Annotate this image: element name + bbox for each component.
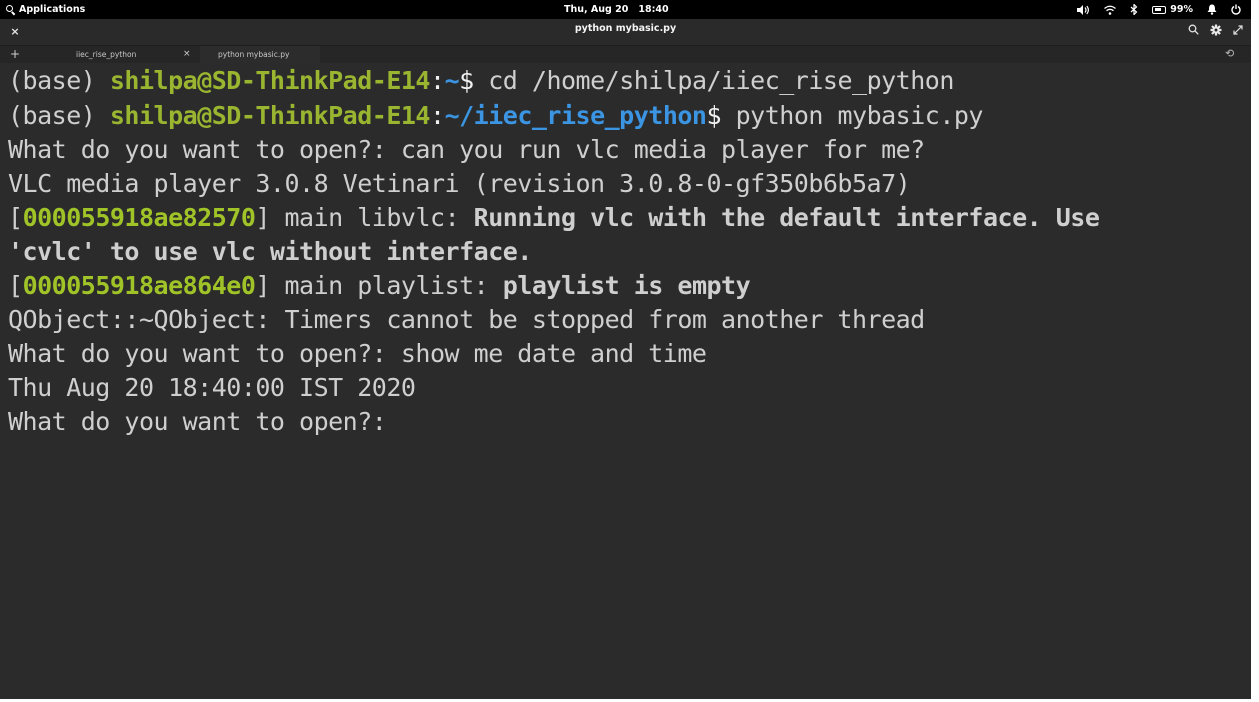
power-icon[interactable] — [1231, 4, 1241, 15]
object-id: 000055918ae82570 — [22, 203, 256, 232]
user-host: shilpa@SD-ThinkPad-E14 — [109, 101, 431, 130]
bracket: [ — [8, 203, 23, 232]
terminal-line: What do you want to open?: can you run v… — [8, 135, 925, 164]
volume-icon[interactable] — [1077, 4, 1090, 15]
terminal-line: What do you want to open?: show me date … — [8, 339, 707, 368]
time-label: 18:40 — [638, 4, 669, 15]
terminal-line: 'cvlc' to use vlc without interface. — [8, 237, 532, 266]
terminal-line: [000055918ae82570] main libvlc: Running … — [8, 203, 1100, 233]
terminal-line: (base) shilpa@SD-ThinkPad-E14:~$ cd /hom… — [8, 66, 954, 96]
notifications-icon[interactable] — [1207, 4, 1217, 15]
new-tab-button[interactable]: + — [10, 48, 22, 60]
conda-env: (base) — [8, 101, 110, 130]
prompt-path: ~ — [444, 66, 460, 95]
fullscreen-icon[interactable] — [1233, 24, 1243, 38]
terminal-line: (base) shilpa@SD-ThinkPad-E14:~/iiec_ris… — [8, 101, 983, 131]
prompt-symbol: $ — [459, 66, 489, 95]
tab-bar: + iiec_rise_python × python mybasic.py ⟲ — [0, 46, 1251, 63]
window-title-bar: × python mybasic.py — [0, 19, 1251, 46]
terminal-line: QObject::~QObject: Timers cannot be stop… — [8, 305, 925, 334]
command-text: cd /home/shilpa/iiec_rise_python — [488, 66, 954, 95]
tab-iiec-rise-python[interactable]: iiec_rise_python × — [40, 46, 200, 63]
terminal-line: What do you want to open?: — [8, 407, 401, 436]
tab-label: python mybasic.py — [218, 50, 290, 59]
bluetooth-icon[interactable] — [1130, 4, 1138, 15]
prompt-separator: : — [430, 101, 445, 130]
tab-history-icon[interactable]: ⟲ — [1225, 48, 1237, 60]
screen-border — [1251, 0, 1259, 702]
applications-label: Applications — [19, 4, 86, 15]
date-time-indicator[interactable]: Thu, Aug 20 18:40 — [564, 3, 669, 16]
window-title: python mybasic.py — [574, 23, 677, 34]
tab-python-mybasic[interactable]: python mybasic.py — [200, 46, 320, 63]
system-indicators: 99% — [1077, 2, 1241, 17]
terminal-output[interactable]: (base) shilpa@SD-ThinkPad-E14:~$ cd /hom… — [0, 64, 1251, 699]
search-icon — [6, 5, 15, 14]
terminal-line: Thu Aug 20 18:40:00 IST 2020 — [8, 373, 416, 402]
tab-label: iiec_rise_python — [76, 50, 137, 59]
command-text: python mybasic.py — [735, 101, 984, 130]
tab-close-button[interactable]: × — [183, 49, 191, 59]
module-name: main playlist: — [269, 271, 503, 300]
bracket: [ — [8, 271, 23, 300]
terminal-line: [000055918ae864e0] main playlist: playli… — [8, 271, 751, 301]
log-message: Running vlc with the default interface. … — [473, 203, 1100, 232]
prompt-path: ~/iiec_rise_python — [444, 101, 707, 130]
date-label: Thu, Aug 20 — [564, 4, 629, 15]
title-bar-tools — [1188, 24, 1243, 38]
bracket: ] — [255, 271, 270, 300]
prompt-symbol: $ — [706, 101, 736, 130]
top-panel: Applications Thu, Aug 20 18:40 99% — [0, 0, 1251, 19]
applications-menu[interactable]: Applications — [6, 3, 85, 16]
module-name: main libvlc: — [269, 203, 474, 232]
object-id: 000055918ae864e0 — [22, 271, 256, 300]
prompt-separator: : — [430, 66, 445, 95]
battery-icon — [1152, 5, 1167, 14]
user-host: shilpa@SD-ThinkPad-E14 — [109, 66, 431, 95]
bracket: ] — [255, 203, 270, 232]
desktop-screen: Applications Thu, Aug 20 18:40 99% × pyt… — [0, 0, 1259, 702]
settings-icon[interactable] — [1210, 24, 1222, 39]
battery-percent: 99% — [1170, 4, 1193, 15]
log-message: playlist is empty — [502, 271, 751, 300]
search-icon[interactable] — [1188, 24, 1199, 38]
terminal-line: VLC media player 3.0.8 Vetinari (revisio… — [8, 169, 911, 198]
conda-env: (base) — [8, 66, 110, 95]
battery-indicator[interactable]: 99% — [1152, 4, 1193, 15]
wifi-icon[interactable] — [1104, 5, 1117, 15]
